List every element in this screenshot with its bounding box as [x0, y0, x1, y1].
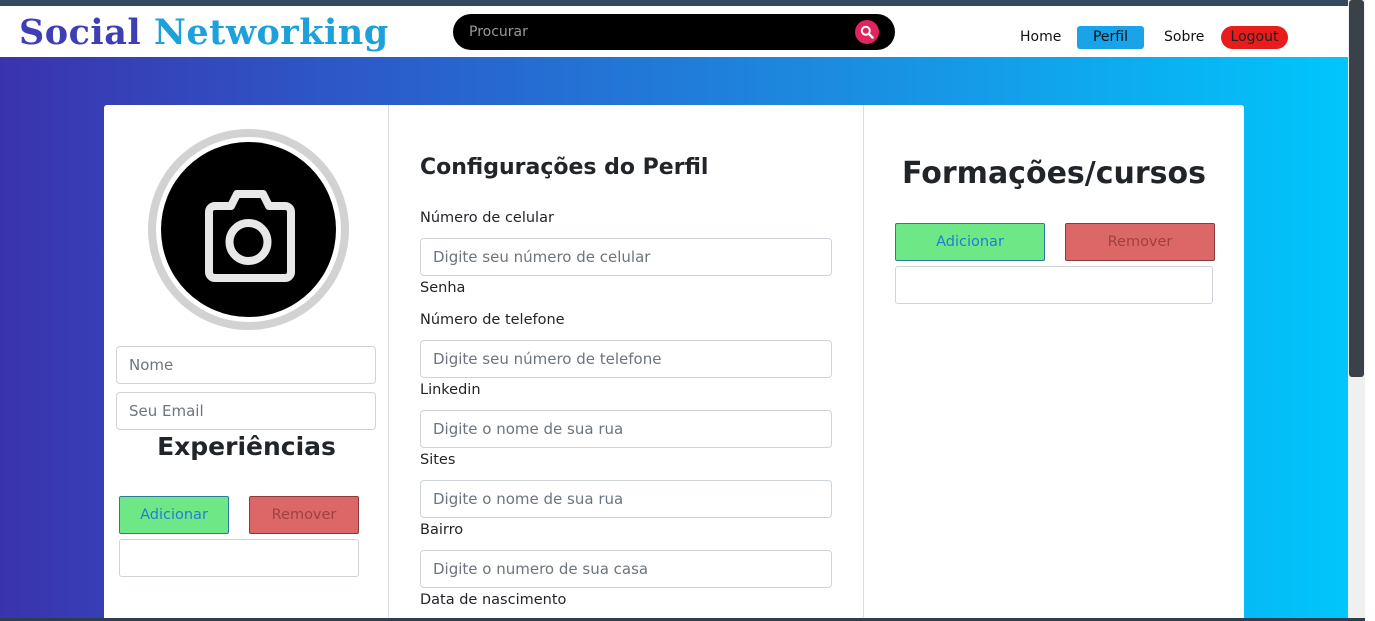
camera-icon	[205, 190, 295, 282]
linkedin-field[interactable]	[420, 410, 832, 448]
search-bar	[453, 14, 895, 50]
courses-title: Formações/cursos	[902, 156, 1206, 191]
field-label: Número de telefone	[420, 312, 565, 328]
profile-avatar[interactable]	[148, 129, 349, 330]
brand-logo[interactable]: Social Networking	[19, 12, 389, 53]
search-button[interactable]	[855, 20, 879, 44]
name-field[interactable]	[116, 346, 376, 384]
nav-sobre[interactable]: Sobre	[1164, 26, 1204, 49]
nav-perfil[interactable]: Perfil	[1077, 26, 1144, 49]
neighborhood-field[interactable]	[420, 550, 832, 588]
settings-title: Configurações do Perfil	[420, 155, 709, 180]
field-label: Data de nascimento	[420, 592, 567, 608]
remove-course-button[interactable]: Remover	[1065, 223, 1215, 261]
brand-part-1: Social	[19, 12, 142, 53]
logout-button[interactable]: Logout	[1221, 26, 1288, 49]
email-field[interactable]	[116, 392, 376, 430]
navbar: Social Networking Home Perfil Sobre Logo…	[0, 6, 1348, 57]
sites-field[interactable]	[420, 480, 832, 518]
course-list-box[interactable]	[895, 266, 1213, 304]
experience-list-box[interactable]	[119, 539, 359, 577]
scrollbar[interactable]	[1348, 0, 1365, 621]
remove-experience-button[interactable]: Remover	[249, 496, 359, 534]
scrollbar-thumb[interactable]	[1349, 0, 1364, 377]
field-label: Número de celular	[420, 210, 554, 226]
field-label: Senha	[420, 280, 466, 296]
add-course-button[interactable]: Adicionar	[895, 223, 1045, 261]
field-label: Sites	[420, 452, 456, 468]
nav-home[interactable]: Home	[1020, 26, 1061, 49]
field-label: Bairro	[420, 522, 464, 538]
column-divider	[388, 105, 389, 621]
phone-number-field[interactable]	[420, 340, 832, 378]
search-input[interactable]	[469, 14, 849, 50]
brand-part-2: Networking	[153, 12, 389, 53]
field-label: Linkedin	[420, 382, 481, 398]
search-icon	[860, 25, 874, 39]
mobile-number-field[interactable]	[420, 238, 832, 276]
add-experience-button[interactable]: Adicionar	[119, 496, 229, 534]
experiences-title: Experiências	[157, 432, 336, 461]
